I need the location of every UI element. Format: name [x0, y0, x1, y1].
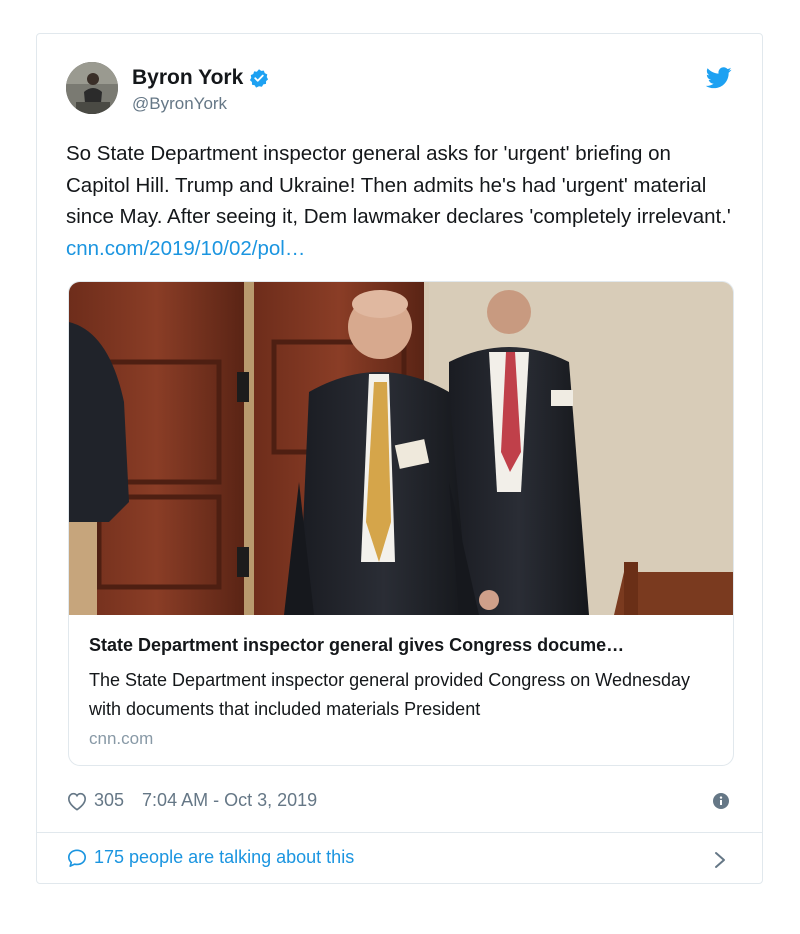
author-handle[interactable]: @ByronYork — [132, 94, 227, 114]
article-description: The State Department inspector general p… — [89, 670, 691, 719]
like-count[interactable]: 305 — [94, 790, 124, 811]
tweet-body: So State Department inspector general as… — [66, 142, 731, 228]
divider — [37, 832, 762, 833]
avatar-image — [66, 62, 118, 114]
article-domain: cnn.com — [89, 729, 154, 748]
conversation-count[interactable]: 175 people are talking about this — [94, 847, 354, 868]
article-photo — [69, 282, 733, 615]
heart-icon[interactable] — [66, 791, 88, 811]
link-preview-card[interactable]: State Department inspector general gives… — [68, 281, 734, 766]
tweet-timestamp[interactable]: 7:04 AM - Oct 3, 2019 — [142, 790, 317, 811]
tweet-card: Byron York @ByronYork So State Departmen… — [36, 33, 763, 884]
verified-badge-icon — [250, 69, 269, 88]
chevron-right-icon[interactable] — [714, 851, 726, 869]
article-title: State Department inspector general gives… — [89, 635, 625, 655]
speech-bubble-icon — [68, 848, 86, 867]
author-name[interactable]: Byron York — [132, 66, 243, 90]
author-row: Byron York — [132, 66, 269, 90]
tweet-meta: 305 7:04 AM - Oct 3, 2019 — [66, 790, 317, 811]
avatar[interactable] — [66, 62, 118, 114]
twitter-bird-icon[interactable] — [706, 67, 732, 89]
tweet-link[interactable]: cnn.com/2019/10/02/pol… — [66, 237, 305, 260]
info-icon[interactable] — [713, 793, 729, 809]
conversation-link[interactable]: 175 people are talking about this — [66, 847, 354, 868]
tweet-text: So State Department inspector general as… — [66, 138, 736, 264]
